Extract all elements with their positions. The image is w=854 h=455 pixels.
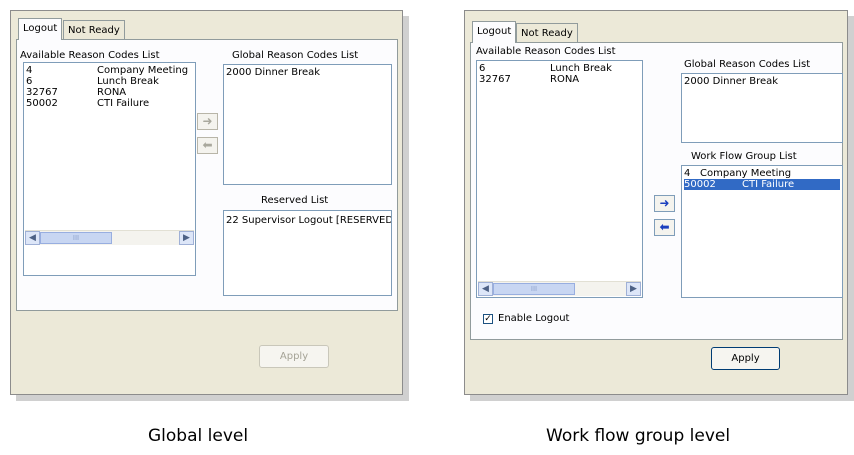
list-item[interactable]: 2000 Dinner Break (226, 67, 389, 78)
list-item[interactable]: 32767 RONA (479, 74, 640, 85)
arrow-right-icon[interactable]: ➜ (197, 113, 218, 130)
list-item[interactable]: 50002 CTI Failure (26, 98, 193, 109)
reason-name: Company Meeting (97, 65, 189, 76)
list-item-selected[interactable]: 50002 CTI Failure (684, 179, 840, 190)
global-reason-codes-list[interactable]: 2000 Dinner Break (681, 73, 843, 143)
reason-name: Company Meeting (700, 168, 792, 179)
reserved-list[interactable]: 22 Supervisor Logout [RESERVED] (223, 210, 392, 296)
reason-code: 4 (684, 168, 691, 179)
work-flow-group-list-label: Work Flow Group List (691, 151, 797, 162)
apply-button[interactable]: Apply (259, 345, 329, 368)
caption-work-flow-group-level: Work flow group level (546, 426, 731, 446)
list-item[interactable]: 6 Lunch Break (26, 76, 193, 87)
reason-name: CTI Failure (742, 179, 795, 190)
apply-button[interactable]: Apply (711, 347, 780, 370)
list-item[interactable]: 4 Company Meeting (684, 168, 840, 179)
scroll-left-icon[interactable]: ◀ (25, 231, 40, 245)
available-reason-codes-list[interactable]: 4 Company Meeting 6 Lunch Break 32767 RONA … (23, 62, 196, 276)
scroll-right-icon[interactable]: ▶ (179, 231, 194, 245)
reserved-list-label: Reserved List (261, 195, 329, 206)
arrow-left-icon[interactable]: ⬅ (197, 137, 218, 154)
reason-code: 6 (26, 76, 33, 87)
global-reason-codes-label: Global Reason Codes List (232, 50, 359, 61)
reason-name: Lunch Break (550, 63, 612, 74)
reason-code: 32767 (26, 87, 58, 98)
available-reason-codes-label: Available Reason Codes List (20, 50, 160, 61)
reason-code: 50002 (26, 98, 58, 109)
tab-logout[interactable]: Logout (18, 18, 63, 40)
reason-code: 32767 (479, 74, 511, 85)
scroll-thumb[interactable]: III (40, 232, 112, 244)
reason-name: Lunch Break (97, 76, 159, 87)
workflow-group-level-dialog: Logout Not Ready Available Reason Codes … (464, 10, 848, 395)
reason-name: CTI Failure (97, 98, 150, 109)
horizontal-scrollbar[interactable]: ◀ III ▶ (25, 230, 194, 245)
scroll-thumb[interactable]: III (493, 283, 575, 295)
list-item[interactable]: 6 Lunch Break (479, 63, 640, 74)
global-reason-codes-list[interactable]: 2000 Dinner Break (223, 64, 392, 185)
reason-name: RONA (97, 87, 127, 98)
tab-panel: Available Reason Codes List 6 Lunch Break… (470, 42, 843, 340)
global-level-dialog: Logout Not Ready Available Reason Codes … (10, 10, 403, 395)
enable-logout-label: Enable Logout (498, 313, 570, 324)
list-item[interactable]: 2000 Dinner Break (684, 76, 840, 87)
reason-code: 6 (479, 63, 486, 74)
horizontal-scrollbar[interactable]: ◀ III ▶ (478, 281, 641, 296)
reason-name: RONA (550, 74, 580, 85)
tab-not-ready[interactable]: Not Ready (63, 20, 125, 40)
reason-code: 4 (26, 65, 33, 76)
work-flow-group-list[interactable]: 4 Company Meeting 50002 CTI Failure (681, 165, 843, 298)
arrow-left-icon[interactable]: ⬅ (654, 219, 675, 236)
tab-not-ready[interactable]: Not Ready (516, 23, 578, 43)
tab-logout[interactable]: Logout (472, 21, 517, 43)
global-reason-codes-label: Global Reason Codes List (684, 59, 811, 70)
scroll-left-icon[interactable]: ◀ (478, 282, 493, 296)
enable-logout-checkbox[interactable]: ✓ (483, 314, 493, 324)
list-item[interactable]: 32767 RONA (26, 87, 193, 98)
tab-panel: Available Reason Codes List 4 Company Mee… (16, 39, 398, 311)
available-reason-codes-list[interactable]: 6 Lunch Break 32767 RONA ◀ III ▶ (476, 60, 643, 298)
available-reason-codes-label: Available Reason Codes List (476, 46, 616, 57)
scroll-right-icon[interactable]: ▶ (626, 282, 641, 296)
arrow-right-icon[interactable]: ➜ (654, 195, 675, 212)
caption-global-level: Global level (148, 426, 249, 446)
list-item[interactable]: 22 Supervisor Logout [RESERVED] (226, 215, 391, 226)
reason-code: 50002 (684, 179, 716, 190)
list-item[interactable]: 4 Company Meeting (26, 65, 193, 76)
